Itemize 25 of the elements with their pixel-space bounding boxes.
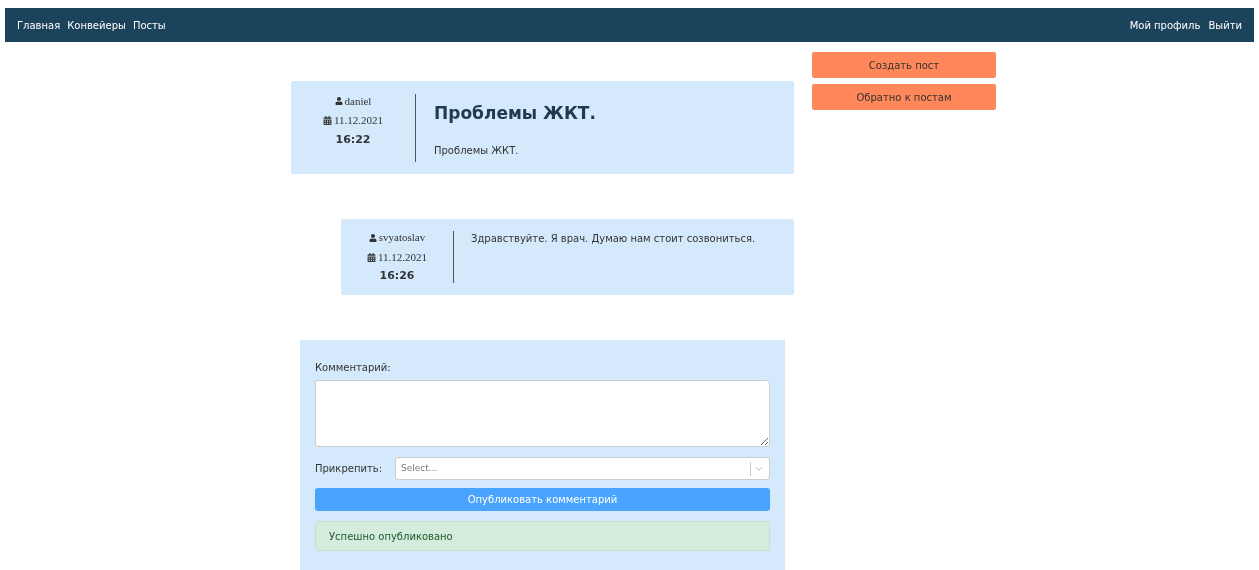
attach-label: Прикрепить:: [315, 462, 384, 476]
success-alert: Успешно опубликовано: [315, 521, 770, 551]
nav-link[interactable]: Выйти: [1208, 17, 1242, 33]
nav-link[interactable]: Конвейеры: [67, 17, 126, 33]
comment-field[interactable]: [315, 380, 770, 447]
author-name: svyatoslav: [378, 230, 426, 246]
nav-link[interactable]: Главная: [17, 17, 61, 33]
post-title: Проблемы ЖКТ.: [434, 102, 596, 126]
post-date: 11.12.2021: [377, 249, 428, 265]
nav-link[interactable]: Мой профиль: [1129, 17, 1201, 33]
calendar-icon: [366, 252, 376, 262]
action-button[interactable]: Обратно к постам: [812, 84, 996, 110]
author-name: daniel: [344, 93, 372, 109]
attach-select[interactable]: Select...: [395, 457, 770, 480]
comment-text: Здравствуйте. Я врач. Думаю нам стоит созвониться.: [470, 232, 756, 246]
post-time: 16:22: [335, 131, 371, 148]
action-button[interactable]: Создать пост: [812, 52, 996, 78]
user-icon: [334, 97, 343, 105]
post-date: 11.12.2021: [333, 113, 384, 129]
user-icon: [368, 233, 377, 242]
post-time: 16:26: [379, 268, 415, 285]
nav-link[interactable]: Посты: [132, 17, 166, 33]
comment-label: Комментарий:: [315, 361, 392, 375]
post-body: Проблемы ЖКТ.: [434, 143, 520, 158]
calendar-icon: [322, 116, 332, 125]
